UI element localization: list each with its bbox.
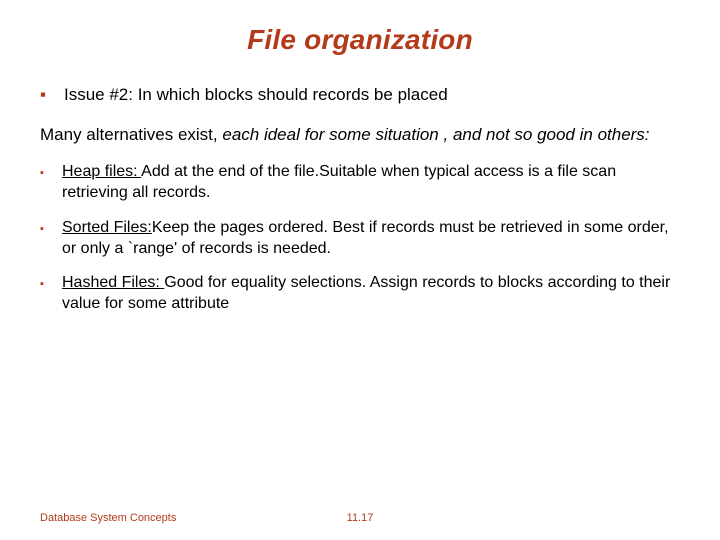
- item-label: Heap files:: [62, 163, 141, 180]
- item-text: Heap files: Add at the end of the file.S…: [62, 162, 680, 204]
- square-bullet-icon: ▪: [40, 84, 64, 106]
- item-label: Sorted Files:: [62, 219, 152, 236]
- list-item: ▪ Sorted Files:Keep the pages ordered. B…: [40, 218, 680, 260]
- intro-emph-2: , and not so good in others:: [444, 125, 650, 144]
- square-bullet-icon: ▪: [40, 218, 62, 260]
- slide-title: File organization: [40, 24, 680, 56]
- item-rest: Add at the end of the file.Suitable when…: [62, 163, 616, 201]
- issue-row: ▪ Issue #2: In which blocks should recor…: [40, 84, 680, 106]
- intro-emph-1: each ideal for some situation: [222, 125, 438, 144]
- item-rest: Keep the pages ordered. Best if records …: [62, 219, 669, 257]
- slide: File organization ▪ Issue #2: In which b…: [0, 0, 720, 540]
- issue-text: Issue #2: In which blocks should records…: [64, 84, 680, 106]
- intro-paragraph: Many alternatives exist, each ideal for …: [40, 124, 680, 146]
- square-bullet-icon: ▪: [40, 162, 62, 204]
- square-bullet-icon: ▪: [40, 273, 62, 315]
- item-label: Hashed Files:: [62, 274, 164, 291]
- item-text: Sorted Files:Keep the pages ordered. Bes…: [62, 218, 680, 260]
- footer-center: 11.17: [0, 512, 720, 524]
- intro-plain: Many alternatives exist,: [40, 125, 222, 144]
- list-item: ▪ Hashed Files: Good for equality select…: [40, 273, 680, 315]
- list-item: ▪ Heap files: Add at the end of the file…: [40, 162, 680, 204]
- item-text: Hashed Files: Good for equality selectio…: [62, 273, 680, 315]
